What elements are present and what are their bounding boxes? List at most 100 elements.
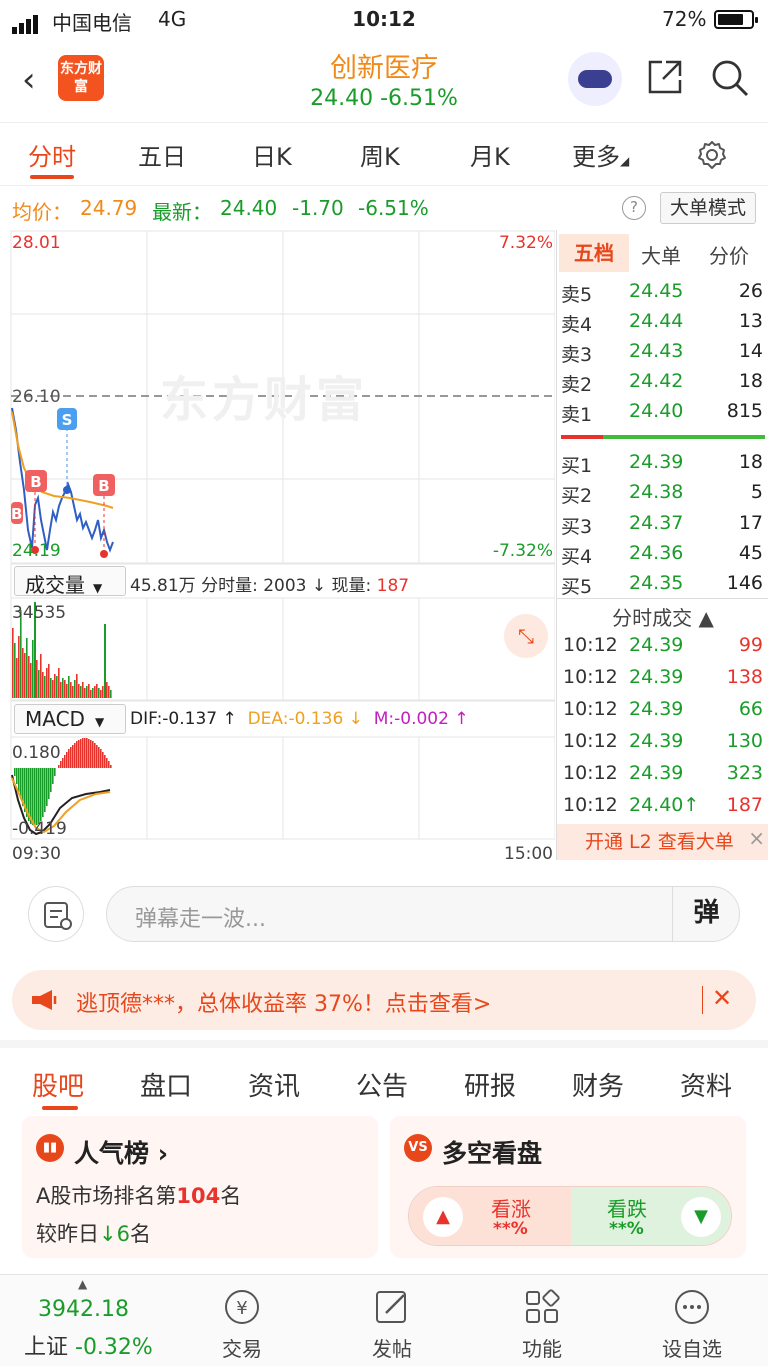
vote-up-button[interactable]: ▲ 看涨 **% (409, 1187, 571, 1245)
tab-quote[interactable]: 盘口 (140, 1066, 192, 1103)
macd-bar (78, 740, 80, 768)
nav-post[interactable]: 发帖 (332, 1287, 452, 1362)
nav-functions[interactable]: 功能 (482, 1287, 602, 1362)
megaphone-icon (32, 990, 57, 1010)
volume-bar (110, 690, 112, 698)
marker-s: S (62, 411, 73, 429)
marker-b: B (30, 473, 41, 491)
macd-bar (36, 768, 38, 825)
help-icon[interactable]: ? (622, 196, 646, 220)
danmaku-input[interactable]: 弹幕走一波... 弹 (106, 886, 740, 942)
tab-monthly-k[interactable]: 月K (470, 137, 510, 172)
chevron-up-icon[interactable]: ▲ (78, 1277, 87, 1291)
macd-bar (40, 768, 42, 821)
index-label[interactable]: 上证 -0.32% (24, 1329, 153, 1361)
index-value[interactable]: 3942.18 (38, 1297, 129, 1322)
tab-weekly-k[interactable]: 周K (360, 137, 400, 172)
time-end-label: 15:00 (504, 844, 553, 864)
trade-list-title[interactable]: 分时成交 ▲ (557, 602, 768, 631)
tab-five-day[interactable]: 五日 (138, 137, 186, 172)
volume-bar (86, 686, 88, 698)
tab-forum[interactable]: 股吧 (32, 1066, 84, 1103)
svg-text:¥: ¥ (236, 1298, 247, 1319)
volume-bar (44, 676, 46, 698)
order-book: 五档 大单 分价 卖5 24.45 26 卖4 24.44 13 卖3 24.43 14 卖… (556, 230, 768, 860)
macd-bar (46, 768, 48, 806)
macd-bar (14, 768, 16, 776)
search-icon[interactable] (710, 58, 750, 98)
macd-bar (96, 745, 98, 768)
avg-price-label: 均价： (12, 200, 72, 224)
expand-icon[interactable]: ⤡ (504, 614, 548, 658)
intraday-chart[interactable]: S B B B 28.01 7.32% 26.10 24.19 -7.32% 3… (10, 230, 555, 864)
volume-bar (38, 670, 40, 698)
assistant-avatar-icon[interactable] (568, 52, 622, 106)
volume-bar (50, 678, 52, 698)
volume-bar (48, 664, 50, 698)
active-tab-indicator (30, 175, 74, 179)
volume-bar (28, 656, 30, 698)
popularity-card[interactable]: ▮▮ 人气榜 › A股市场排名第104名 较昨日↓6名 (22, 1116, 378, 1258)
ask-row: 卖2 24.42 18 (561, 370, 763, 396)
macd-bar (18, 768, 20, 792)
ask-row: 卖1 24.40 815 (561, 400, 763, 426)
trade-row: 10:12 24.39 130 (563, 730, 763, 752)
macd-bar (92, 741, 94, 768)
volume-indicator-select[interactable]: 成交量 ▼ (14, 566, 126, 597)
ask-row: 卖5 24.45 26 (561, 280, 763, 306)
volume-bar (68, 676, 70, 698)
volume-bar (66, 684, 68, 698)
tab-announcements[interactable]: 公告 (356, 1066, 408, 1103)
volume-bar (84, 688, 86, 698)
last-price-label: 最新： (152, 200, 212, 224)
comment-list-icon[interactable] (28, 886, 84, 942)
macd-bar (108, 761, 110, 768)
nav-trade[interactable]: ¥ 交易 (182, 1287, 302, 1362)
trade-row: 10:12 24.39 66 (563, 698, 763, 720)
stock-header: ‹ 东方财富 创新医疗 24.40 -6.51% (0, 40, 768, 120)
danmaku-button[interactable]: 弹 (672, 886, 740, 942)
macd-bar (88, 739, 90, 768)
close-icon[interactable]: × (748, 820, 765, 856)
vote-down-button[interactable]: 看跌 **% ▼ (571, 1187, 731, 1245)
macd-bar (50, 768, 52, 792)
trade-row: 10:12 24.39 323 (563, 762, 763, 784)
volume-bar (104, 624, 106, 698)
volume-bar (108, 686, 110, 698)
macd-bar (100, 749, 102, 768)
stock-section-tabs: 股吧 盘口 资讯 公告 研报 财务 资料 (0, 1040, 768, 1110)
marker-b: B (98, 477, 109, 495)
big-order-mode-button[interactable]: 大单模式 (660, 192, 756, 224)
share-icon[interactable] (646, 58, 684, 96)
macd-bar (16, 768, 18, 784)
macd-bar (106, 758, 108, 768)
volume-bar (18, 636, 20, 698)
l2-upgrade-banner[interactable]: 开通 L2 查看大单 × (557, 824, 768, 860)
tab-finance[interactable]: 财务 (572, 1066, 624, 1103)
tab-five-levels[interactable]: 五档 (559, 234, 629, 272)
ask-row: 卖4 24.44 13 (561, 310, 763, 336)
tab-news[interactable]: 资讯 (248, 1066, 300, 1103)
tab-profile[interactable]: 资料 (680, 1066, 732, 1103)
volume-bar (20, 610, 22, 698)
macd-bar (64, 755, 66, 768)
volume-bar (82, 682, 84, 698)
tab-more[interactable]: 更多◢ (572, 137, 629, 172)
tab-research[interactable]: 研报 (464, 1066, 516, 1103)
close-icon[interactable]: ✕ (712, 984, 732, 1012)
macd-indicator-select[interactable]: MACD ▼ (14, 704, 126, 734)
volume-bar (14, 643, 16, 698)
tab-price-distribution[interactable]: 分价 (709, 240, 749, 269)
tab-daily-k[interactable]: 日K (252, 137, 292, 172)
nav-add-watchlist[interactable]: 设自选 (632, 1287, 752, 1362)
tab-big-orders[interactable]: 大单 (641, 240, 681, 269)
promo-text: 逃顶德***，总体收益率 37%！点击查看> (76, 992, 492, 1017)
tab-intraday[interactable]: 分时 (28, 137, 76, 172)
macd-bar (38, 768, 40, 824)
ask-row: 卖3 24.43 14 (561, 340, 763, 366)
price-change: -1.70 (292, 196, 344, 220)
gear-icon[interactable] (696, 139, 728, 171)
promo-banner[interactable]: 逃顶德***，总体收益率 37%！点击查看> ✕ (12, 970, 756, 1030)
macd-bar (90, 740, 92, 768)
y-high-pct-label: 7.32% (499, 233, 553, 253)
